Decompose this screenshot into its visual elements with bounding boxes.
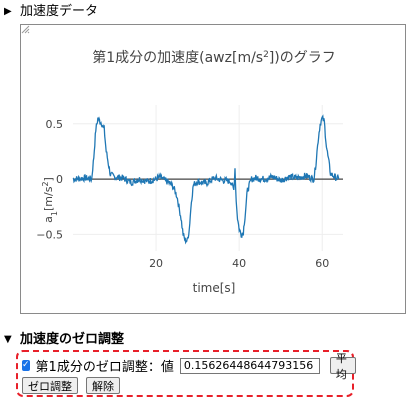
zero-adjust-checkbox-label: 第1成分のゼロ調整：値 bbox=[35, 360, 174, 375]
y-tick-label: 0 bbox=[56, 173, 63, 186]
release-button[interactable]: 解除 bbox=[86, 377, 120, 394]
x-tick-label: 60 bbox=[315, 257, 329, 270]
accel-data-summary[interactable]: ▶ 加速度データ bbox=[4, 4, 98, 20]
triangle-right-icon: ▶ bbox=[4, 6, 12, 17]
zero-value-input[interactable] bbox=[179, 357, 320, 374]
chart-title: 第1成分の加速度(awz[m/s2])のグラフ bbox=[92, 49, 336, 66]
y-tick-label: −0.5 bbox=[36, 228, 63, 241]
zero-adjust-summary[interactable]: ▼ 加速度のゼロ調整 bbox=[4, 332, 124, 348]
resize-grip-icon[interactable] bbox=[21, 25, 30, 34]
accel-data-label: 加速度データ bbox=[20, 4, 99, 19]
acceleration-chart: 第1成分の加速度(awz[m/s2])のグラフ 20 40 60 0.5 0 −0.5 t… bbox=[36, 49, 343, 295]
x-tick-label: 20 bbox=[149, 257, 163, 270]
chart-container: 第1成分の加速度(awz[m/s2])のグラフ 20 40 60 0.5 0 −0.5 t… bbox=[20, 24, 406, 314]
zero-adjust-button[interactable]: ゼロ調整 bbox=[22, 377, 78, 394]
zero-adjust-panel: ✓ 第1成分のゼロ調整：値 平均 ゼロ調整 解除 bbox=[16, 350, 357, 397]
zero-adjust-label: 加速度のゼロ調整 bbox=[20, 332, 125, 347]
triangle-down-icon: ▼ bbox=[4, 334, 12, 345]
x-axis-label: time[s] bbox=[193, 281, 236, 295]
x-tick-label: 40 bbox=[232, 257, 246, 270]
zero-adjust-checkbox[interactable]: ✓ bbox=[22, 360, 30, 371]
average-button[interactable]: 平均 bbox=[329, 352, 357, 381]
checkmark-icon: ✓ bbox=[22, 360, 30, 370]
y-tick-label: 0.5 bbox=[46, 118, 64, 131]
